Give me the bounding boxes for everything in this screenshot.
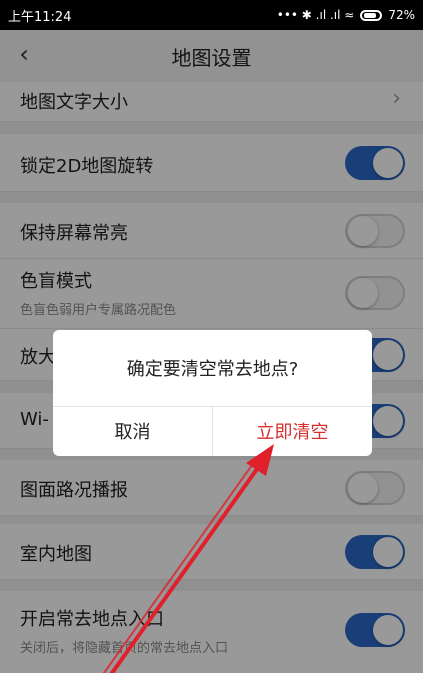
status-time: 上午11:24 xyxy=(8,9,72,25)
battery-icon xyxy=(360,9,383,21)
signal-wifi-icon: ••• ✱ .ıl .ıl ≈ xyxy=(276,8,355,22)
confirm-dialog: 确定要清空常去地点? 取消 立即清空 xyxy=(53,330,372,456)
battery-level: 72% xyxy=(388,8,415,22)
status-icons: ••• ✱ .ıl .ıl ≈ 72% xyxy=(277,8,415,22)
clear-now-button[interactable]: 立即清空 xyxy=(213,406,372,456)
dialog-buttons: 取消 立即清空 xyxy=(53,406,372,456)
cancel-button[interactable]: 取消 xyxy=(53,406,213,456)
dialog-message: 确定要清空常去地点? xyxy=(53,330,372,407)
status-bar: 上午11:24 ••• ✱ .ıl .ıl ≈ 72% xyxy=(0,0,423,30)
